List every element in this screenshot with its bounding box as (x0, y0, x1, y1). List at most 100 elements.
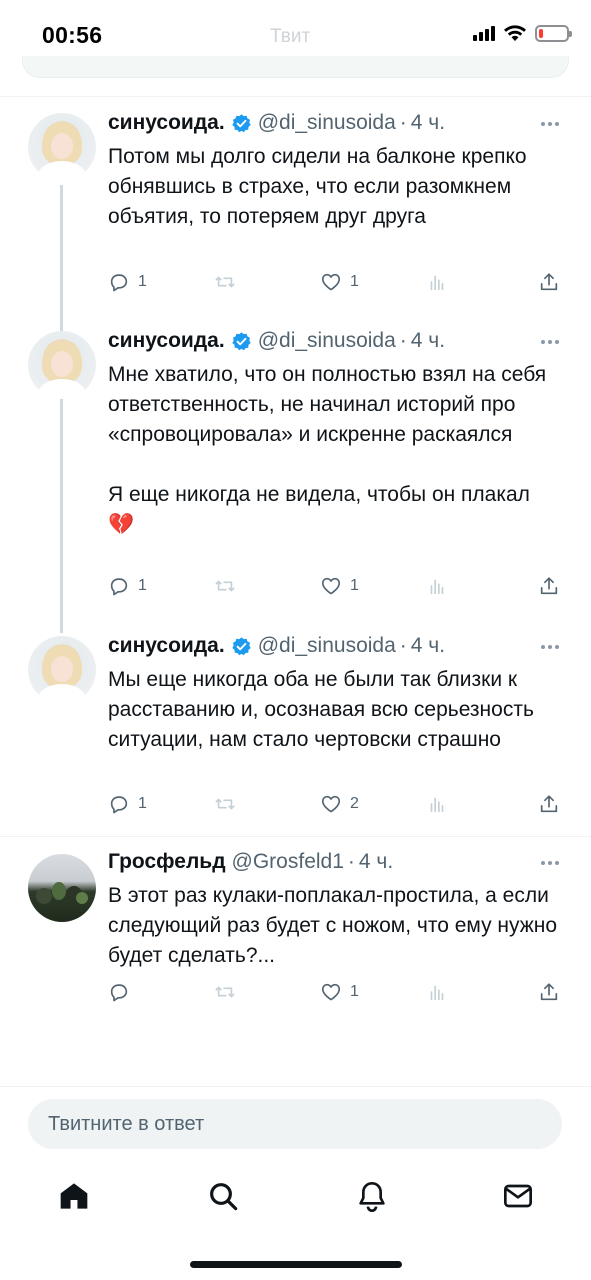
reply-input[interactable]: Твитните в ответ (28, 1099, 562, 1149)
handle[interactable]: @di_sinusoida (258, 329, 396, 353)
share-icon (540, 273, 558, 291)
tweet-header: синусоида. @di_sinusoida · 4 ч. (108, 634, 445, 658)
retweet-button[interactable] (214, 793, 244, 815)
avatar[interactable] (28, 113, 96, 181)
like-count: 1 (350, 983, 359, 1000)
reply-icon (110, 578, 128, 596)
handle[interactable]: @Grosfeld1 (232, 850, 344, 874)
timestamp[interactable]: 4 ч. (411, 329, 445, 353)
nav-notifications-button[interactable] (356, 1180, 388, 1212)
messages-icon (504, 1184, 532, 1208)
like-button[interactable]: 1 (320, 981, 359, 1003)
more-options-icon[interactable] (541, 645, 559, 649)
separator-dot: · (399, 111, 407, 134)
reply-icon (110, 796, 128, 814)
handle[interactable]: @di_sinusoida (258, 634, 396, 658)
tweet-text: Мне хватило, что он полностью взял на се… (108, 363, 547, 536)
heart-icon (321, 273, 341, 291)
handle[interactable]: @di_sinusoida (258, 111, 396, 135)
share-icon (540, 795, 558, 813)
timestamp[interactable]: 4 ч. (411, 111, 445, 135)
display-name[interactable]: синусоида. (108, 111, 225, 135)
views-button[interactable] (426, 981, 456, 1003)
tweet-actions: 1 1 (108, 575, 560, 599)
reply-button[interactable]: 1 (108, 575, 147, 597)
tweet-actions: 1 (108, 981, 560, 1005)
display-name[interactable]: синусоида. (108, 329, 225, 353)
views-chart-icon (430, 985, 444, 1001)
separator-dot: · (347, 850, 355, 873)
faded-header-title: Твит (270, 26, 311, 47)
avatar[interactable] (28, 636, 96, 704)
notifications-icon (359, 1182, 385, 1212)
tweet-text: Потом мы долго сидели на балконе крепко … (108, 145, 527, 228)
tweet[interactable]: синусоида. @di_sinusoida · 4 ч. Мы еще н… (0, 620, 591, 835)
heart-icon (321, 795, 341, 813)
share-button[interactable] (538, 271, 560, 293)
tweet-text: Мы еще никогда оба не были так близки к … (108, 668, 534, 751)
retweet-button[interactable] (214, 271, 244, 293)
tweet-actions: 1 1 (108, 271, 560, 295)
share-button[interactable] (538, 575, 560, 597)
more-options-icon[interactable] (541, 340, 559, 344)
share-button[interactable] (538, 981, 560, 1003)
separator-dot: · (399, 634, 407, 657)
reply-count: 1 (138, 577, 147, 594)
like-count: 2 (350, 795, 359, 812)
retweet-icon (215, 986, 235, 998)
heart-icon (321, 983, 341, 1001)
like-count: 1 (350, 273, 359, 290)
header-ghost-bar (22, 56, 569, 78)
reply-input-placeholder: Твитните в ответ (48, 1112, 205, 1135)
reply-count: 1 (138, 795, 147, 812)
tweet[interactable]: синусоида. @di_sinusoida · 4 ч. Потом мы… (0, 97, 591, 425)
more-options-icon[interactable] (541, 861, 559, 865)
display-name[interactable]: синусоида. (108, 634, 225, 658)
views-chart-icon (430, 579, 444, 595)
retweet-button[interactable] (214, 981, 244, 1003)
display-name[interactable]: Гросфельд (108, 850, 226, 874)
views-chart-icon (430, 797, 444, 813)
status-icons (473, 24, 572, 42)
timestamp[interactable]: 4 ч. (411, 634, 445, 658)
battery-icon (535, 24, 572, 42)
views-button[interactable] (426, 793, 456, 815)
battery-level-fill (539, 28, 543, 38)
tweet[interactable]: синусоида. @di_sinusoida · 4 ч. Мне хват… (0, 315, 591, 633)
like-button[interactable]: 2 (320, 793, 359, 815)
reply-button[interactable]: 1 (108, 271, 147, 293)
tweet-header: синусоида. @di_sinusoida · 4 ч. (108, 329, 445, 353)
retweet-icon (215, 580, 235, 592)
bottom-navigation (0, 1170, 591, 1230)
nav-messages-button[interactable] (502, 1180, 534, 1212)
heart-icon (321, 577, 341, 595)
avatar[interactable] (28, 331, 96, 399)
views-chart-icon (430, 275, 444, 291)
views-button[interactable] (426, 575, 456, 597)
timestamp[interactable]: 4 ч. (359, 850, 393, 874)
thread-line (60, 403, 63, 633)
verified-badge-icon (232, 331, 251, 350)
more-options-icon[interactable] (541, 122, 559, 126)
reply-bar-divider (0, 1086, 591, 1087)
home-indicator[interactable] (190, 1261, 402, 1268)
nav-search-button[interactable] (207, 1180, 239, 1212)
like-button[interactable]: 1 (320, 575, 359, 597)
reply-button[interactable] (108, 981, 138, 1003)
separator-dot: · (399, 329, 407, 352)
tweet-text: В этот раз кулаки-поплакал-простила, а е… (108, 884, 558, 967)
like-button[interactable]: 1 (320, 271, 359, 293)
nav-home-button[interactable] (58, 1180, 90, 1212)
avatar[interactable] (28, 854, 96, 922)
reply-button[interactable]: 1 (108, 793, 147, 815)
status-time: 00:56 (42, 22, 103, 48)
tweet[interactable]: Гросфельд @Grosfeld1 · 4 ч. В этот раз к… (0, 836, 591, 1026)
reply-icon (110, 274, 128, 292)
verified-badge-icon (232, 636, 251, 655)
retweet-button[interactable] (214, 575, 244, 597)
retweet-icon (215, 798, 235, 810)
views-button[interactable] (426, 271, 456, 293)
reply-count: 1 (138, 273, 147, 290)
share-button[interactable] (538, 793, 560, 815)
search-icon (210, 1183, 238, 1211)
